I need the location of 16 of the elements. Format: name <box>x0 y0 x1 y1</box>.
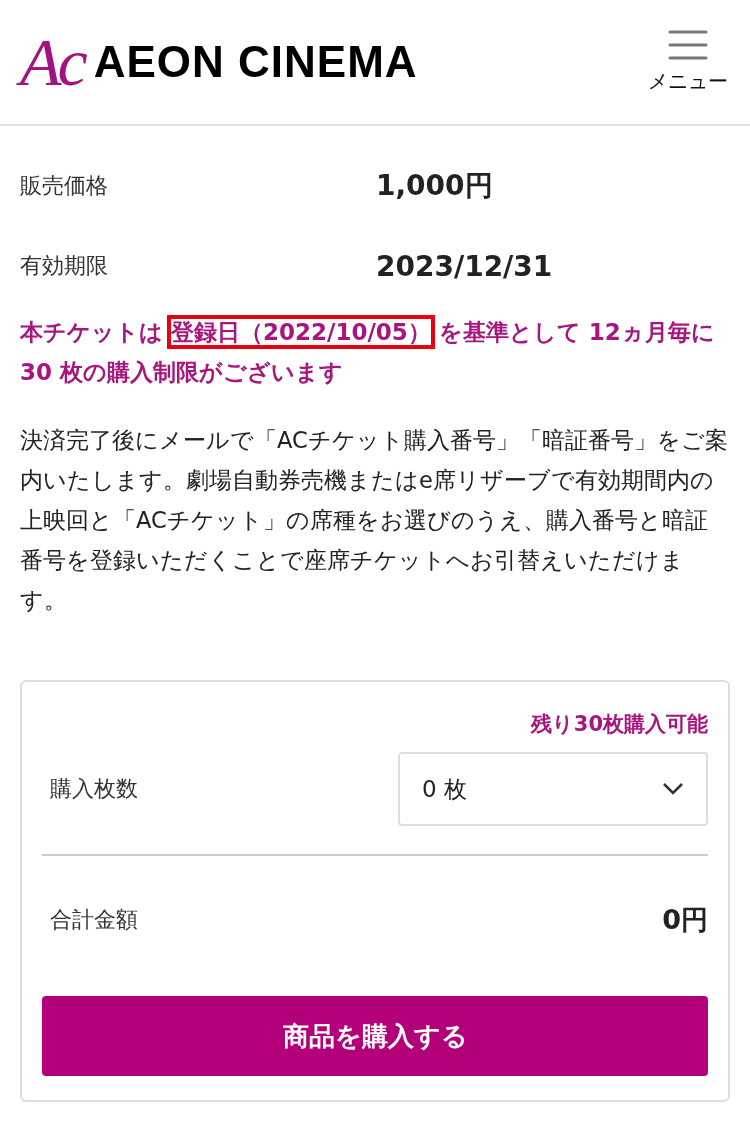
chevron-down-icon <box>662 782 684 796</box>
total-label: 合計金額 <box>50 906 138 934</box>
total-value: 0円 <box>662 903 708 937</box>
quantity-label: 購入枚数 <box>50 775 138 803</box>
remaining-count: 残り30枚購入可能 <box>529 711 708 738</box>
purchase-limit-notice: 本チケットは 登録日（2022/10/05） を基準として 12ヵ月毎に 30 枚の購入制限がございます <box>20 312 730 392</box>
detail-label: 有効期限 <box>20 252 109 280</box>
description-text: 決済完了後にメールで「ACチケット購入番号」「暗証番号」をご案内いたします。劇場自動券売機またはe席リザーブで有効期間内の上映回と「ACチケット」の席種をお選びのうえ、購入番号と暗証番号を登録いただくことで座席チケットへお引替えいただけます。 <box>20 426 729 615</box>
menu-icon <box>668 29 708 60</box>
buy-button[interactable]: 商品を購入する <box>42 996 708 1076</box>
logo-text: AEON CINEMA <box>93 37 418 87</box>
detail-value: 2023/12/31 <box>376 249 554 283</box>
quantity-select[interactable]: 0 枚 <box>398 752 708 826</box>
menu-button[interactable]: メニュー <box>648 29 728 95</box>
detail-value: 1,000円 <box>376 168 494 204</box>
detail-label: 販売価格 <box>20 172 109 200</box>
